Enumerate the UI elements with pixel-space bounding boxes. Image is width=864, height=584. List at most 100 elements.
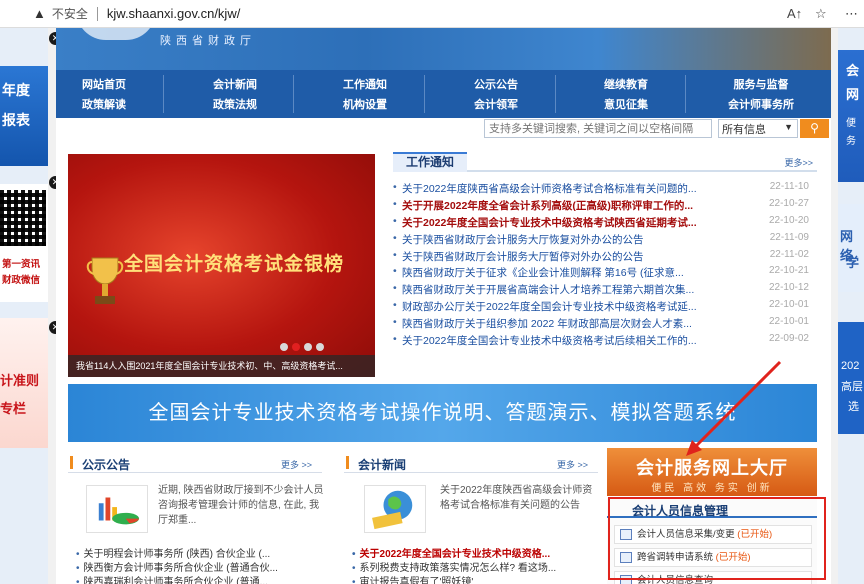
bullet: •	[393, 181, 397, 193]
right-ad-online-learning[interactable]: 网络 学	[838, 204, 864, 292]
left-ad-wechat-qr[interactable]: 第一资讯 财政微信	[0, 184, 48, 302]
search-button[interactable]: ⚲	[800, 119, 829, 138]
list-item[interactable]: • 陕西衡方会计师事务所合伙企业 (普通合伙...	[76, 559, 316, 573]
bullet: •	[352, 577, 356, 584]
favorite-star-icon[interactable]: ☆	[815, 6, 827, 22]
list-item[interactable]: • 陕西嘉瑞利会计师事务所合伙企业 (普通...	[76, 573, 316, 584]
section-marker	[70, 456, 73, 469]
browser-address-bar: ▲ 不安全 kjw.shaanxi.gov.cn/kjw/ A↑ ☆ ⋯	[0, 0, 864, 28]
url-field[interactable]: kjw.shaanxi.gov.cn/kjw/	[107, 6, 240, 21]
nav-leading-talents[interactable]: 会计领军	[456, 96, 536, 112]
announcements-summary[interactable]: 近期, 陕西省财政厅接到不少会计人员咨询报考管理会计师的信息, 在此, 我厅郑重…	[158, 483, 328, 528]
notice-item[interactable]: • 关于2022年度全国会计专业技术中级资格考试后续相关工作的... 22-09-0…	[393, 333, 817, 350]
notice-item[interactable]: • 关于陕西省财政厅会计服务大厅暂停对外办公的公告 22-11-02	[393, 249, 817, 266]
more-menu-icon[interactable]: ⋯	[845, 6, 858, 22]
ad-text: 学	[846, 255, 860, 270]
right-ad-service-hall[interactable]: 会 网 便 务	[838, 50, 864, 182]
news-title[interactable]: 会计新闻	[358, 456, 406, 473]
nav-divider	[424, 75, 425, 113]
nav-service-supervision[interactable]: 服务与监督	[721, 76, 801, 92]
slide-dot[interactable]	[304, 343, 312, 351]
security-status[interactable]: 不安全	[52, 5, 88, 22]
news-more-link[interactable]: 更多 >>	[557, 458, 588, 471]
announcements-title[interactable]: 公示公告	[82, 456, 130, 473]
notice-title[interactable]: 陕西省财政厅关于开展省高端会计人才培养工程第六期首次集...	[402, 282, 720, 297]
bullet: •	[393, 248, 397, 261]
notice-title[interactable]: 关于2022年度陕西省高级会计师资格考试合格标准有关问题的...	[402, 181, 720, 196]
nav-work-notice[interactable]: 工作通知	[325, 76, 405, 92]
notice-title[interactable]: 陕西省财政厅关于征求《企业会计准则解释 第16号 (征求意...	[402, 265, 720, 280]
notice-title[interactable]: 关于开展2022年度全省会计系列高级(正高级)职称评审工作的...	[402, 198, 720, 213]
right-ad-talent[interactable]: 202 高层 选	[838, 322, 864, 434]
list-item[interactable]: • 审计报告真假有了'照妖镜'	[352, 573, 592, 584]
notice-title[interactable]: 关于陕西省财政厅会计服务大厅暂停对外办公的公告	[402, 249, 720, 264]
list-item[interactable]: • 系列税费支持政策落实情况怎么样? 看这场...	[352, 559, 592, 573]
left-sidebar: 年度 报表 第一资讯 财政微信 计准则 专栏	[0, 28, 48, 584]
divider	[96, 6, 98, 21]
read-aloud-icon[interactable]: A↑	[787, 6, 802, 21]
notice-title[interactable]: 关于2022年度全国会计专业技术中级资格考试陕西省延期考试...	[402, 215, 720, 230]
work-notice-title[interactable]: 工作通知	[393, 152, 467, 172]
list-item-text[interactable]: 关于2022年度全国会计专业技术中级资格...	[360, 549, 551, 559]
exam-system-banner[interactable]: 全国会计专业技术资格考试操作说明、答题演示、模拟答题系统	[68, 384, 817, 442]
slide-dot[interactable]	[280, 343, 288, 351]
nav-continuing-education[interactable]: 继续教育	[586, 76, 666, 92]
notice-date: 22-11-09	[769, 231, 809, 243]
notice-item[interactable]: • 关于2022年度全国会计专业技术中级资格考试陕西省延期考试... 22-10-2…	[393, 215, 817, 232]
notice-item[interactable]: • 关于2022年度陕西省高级会计师资格考试合格标准有关问题的... 22-11-1…	[393, 181, 817, 198]
announcements-more-link[interactable]: 更多 >>	[281, 458, 312, 471]
notice-title[interactable]: 财政部办公厅关于2022年度全国会计专业技术中级资格考试延...	[402, 299, 720, 314]
bullet: •	[393, 265, 397, 278]
work-notice-more-link[interactable]: 更多>>	[784, 156, 813, 169]
notice-title[interactable]: 陕西省财政厅关于组织参加 2022 年财政部高层次财会人才素...	[402, 316, 720, 331]
search-scope-select[interactable]: 所有信息 ▼	[718, 119, 798, 138]
nav-home[interactable]: 网站首页	[64, 76, 144, 92]
slide-caption[interactable]: 我省114人入围2021年度全国会计专业技术初、中、高级资格考试...	[68, 355, 375, 377]
list-item-text[interactable]: 陕西衡方会计师事务所合伙企业 (普通合伙...	[84, 563, 278, 573]
nav-accounting-news[interactable]: 会计新闻	[195, 76, 275, 92]
notice-item[interactable]: • 陕西省财政厅关于开展省高端会计人才培养工程第六期首次集... 22-10-12	[393, 282, 817, 299]
nav-announcements[interactable]: 公示公告	[456, 76, 536, 92]
nav-policies-regulations[interactable]: 政策法规	[195, 96, 275, 112]
nav-feedback[interactable]: 意见征集	[586, 96, 666, 112]
slide-dot[interactable]	[316, 343, 324, 351]
site-name: 陕西省财政厅	[160, 35, 256, 47]
nav-organization[interactable]: 机构设置	[325, 96, 405, 112]
work-notice-list: • 关于2022年度陕西省高级会计师资格考试合格标准有关问题的... 22-11-1…	[393, 181, 817, 350]
nav-divider	[685, 75, 686, 113]
chart-thumbnail-image[interactable]	[86, 485, 148, 533]
notice-item[interactable]: • 陕西省财政厅关于组织参加 2022 年财政部高层次财会人才素... 22-10-…	[393, 316, 817, 333]
notice-date: 22-10-20	[768, 214, 809, 226]
news-summary[interactable]: 关于2022年度陕西省高级会计师资格考试合格标准有关问题的公告	[440, 483, 598, 513]
left-ad-accounting-standards[interactable]: 计准则 专栏	[0, 318, 48, 448]
left-ad-annual-report[interactable]: 年度 报表	[0, 66, 48, 166]
list-item-text[interactable]: 关于明程会计师事务所 (陕西) 合伙企业 (...	[84, 549, 271, 559]
slide-dot-active[interactable]	[292, 343, 300, 351]
bullet: •	[393, 282, 397, 295]
nav-accounting-firms[interactable]: 会计师事务所	[721, 96, 801, 112]
list-item[interactable]: • 关于2022年度全国会计专业技术中级资格...	[352, 545, 592, 559]
notice-item[interactable]: • 财政部办公厅关于2022年度全国会计专业技术中级资格考试延... 22-10-0…	[393, 299, 817, 316]
notice-item[interactable]: • 关于陕西省财政厅会计服务大厅恢复对外办公的公告 22-11-09	[393, 232, 817, 249]
search-input[interactable]	[484, 119, 712, 138]
ad-text: 第一资讯	[2, 259, 41, 270]
service-hall-subtitle: 便民 高效 务实 创新	[651, 483, 773, 494]
list-item-text[interactable]: 系列税费支持政策落实情况怎么样? 看这场...	[360, 563, 557, 573]
ad-text: 务	[846, 136, 856, 147]
notice-title[interactable]: 关于陕西省财政厅会计服务大厅恢复对外办公的公告	[402, 232, 720, 247]
notice-title[interactable]: 关于2022年度全国会计专业技术中级资格考试后续相关工作的...	[402, 333, 720, 348]
online-service-hall-button[interactable]: 会计服务网上大厅 便民 高效 务实 创新	[607, 448, 817, 496]
warning-triangle-icon[interactable]: ▲	[33, 6, 46, 21]
nav-policy-interpretation[interactable]: 政策解读	[64, 96, 144, 112]
ad-text: 计准则	[0, 373, 40, 388]
notice-item[interactable]: • 关于开展2022年度全省会计系列高级(正高级)职称评审工作的... 22-10-…	[393, 198, 817, 215]
globe-thumbnail-image[interactable]	[364, 485, 426, 533]
search-bar: 所有信息 ▼ ⚲	[56, 117, 831, 143]
bullet: •	[393, 333, 397, 346]
news-slideshow[interactable]: 全国会计资格考试金银榜 我省114人入围2021年度全国会计专业技术初、中、高级…	[68, 154, 375, 377]
list-item-text[interactable]: 陕西嘉瑞利会计师事务所合伙企业 (普通...	[84, 577, 268, 584]
list-item-text[interactable]: 审计报告真假有了'照妖镜'	[360, 577, 474, 584]
list-item[interactable]: • 关于明程会计师事务所 (陕西) 合伙企业 (...	[76, 545, 316, 559]
chevron-down-icon: ▼	[784, 122, 793, 132]
notice-item[interactable]: • 陕西省财政厅关于征求《企业会计准则解释 第16号 (征求意... 22-10-2…	[393, 265, 817, 282]
